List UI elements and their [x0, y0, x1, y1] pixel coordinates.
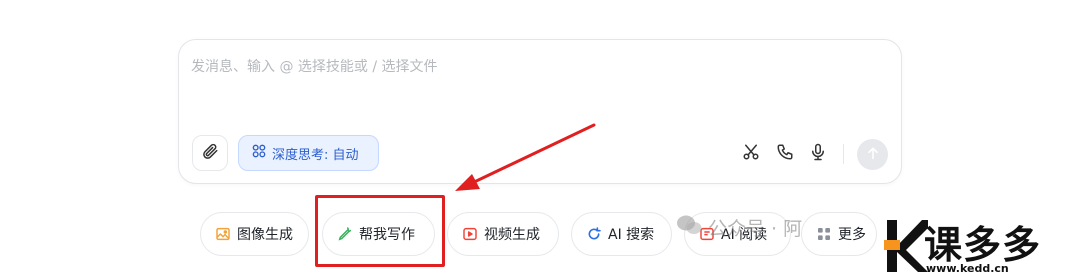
read-icon	[699, 226, 715, 242]
arrow-up-icon	[865, 145, 881, 165]
kedd-logo: 课多多 www.kedd.cn	[884, 212, 1080, 277]
chip-help-me-write[interactable]: 帮我写作	[322, 212, 435, 256]
pen-icon	[337, 226, 353, 242]
deep-think-label: 深度思考: 自动	[272, 147, 359, 163]
voice-input-button[interactable]	[808, 143, 828, 165]
grid-icon	[816, 226, 832, 242]
video-icon	[462, 226, 478, 242]
message-input[interactable]	[191, 54, 871, 80]
paperclip-icon	[201, 142, 219, 164]
phone-icon	[776, 143, 794, 165]
send-button[interactable]	[857, 139, 888, 170]
chip-more[interactable]: 更多	[801, 212, 877, 256]
chip-ai-reading[interactable]: AI 阅读	[684, 212, 791, 256]
attach-button[interactable]	[192, 135, 228, 171]
search-refresh-icon	[586, 226, 602, 242]
logo-url: www.kedd.cn	[926, 262, 1009, 275]
scissors-button[interactable]	[741, 144, 761, 164]
atom-icon	[251, 143, 267, 163]
chip-video-generation[interactable]: 视频生成	[447, 212, 559, 256]
scissors-icon	[742, 143, 760, 165]
chip-image-generation[interactable]: 图像生成	[200, 212, 309, 256]
deep-think-toggle[interactable]: 深度思考: 自动	[238, 135, 379, 171]
microphone-icon	[809, 143, 827, 165]
chip-ai-search[interactable]: AI 搜索	[571, 212, 672, 256]
image-icon	[215, 226, 231, 242]
logo-mark	[884, 220, 928, 272]
toolbar-divider	[843, 144, 844, 164]
call-button[interactable]	[775, 144, 795, 164]
chat-composer: 深度思考: 自动	[178, 39, 902, 184]
logo-wordmark: 课多多	[924, 223, 1042, 267]
